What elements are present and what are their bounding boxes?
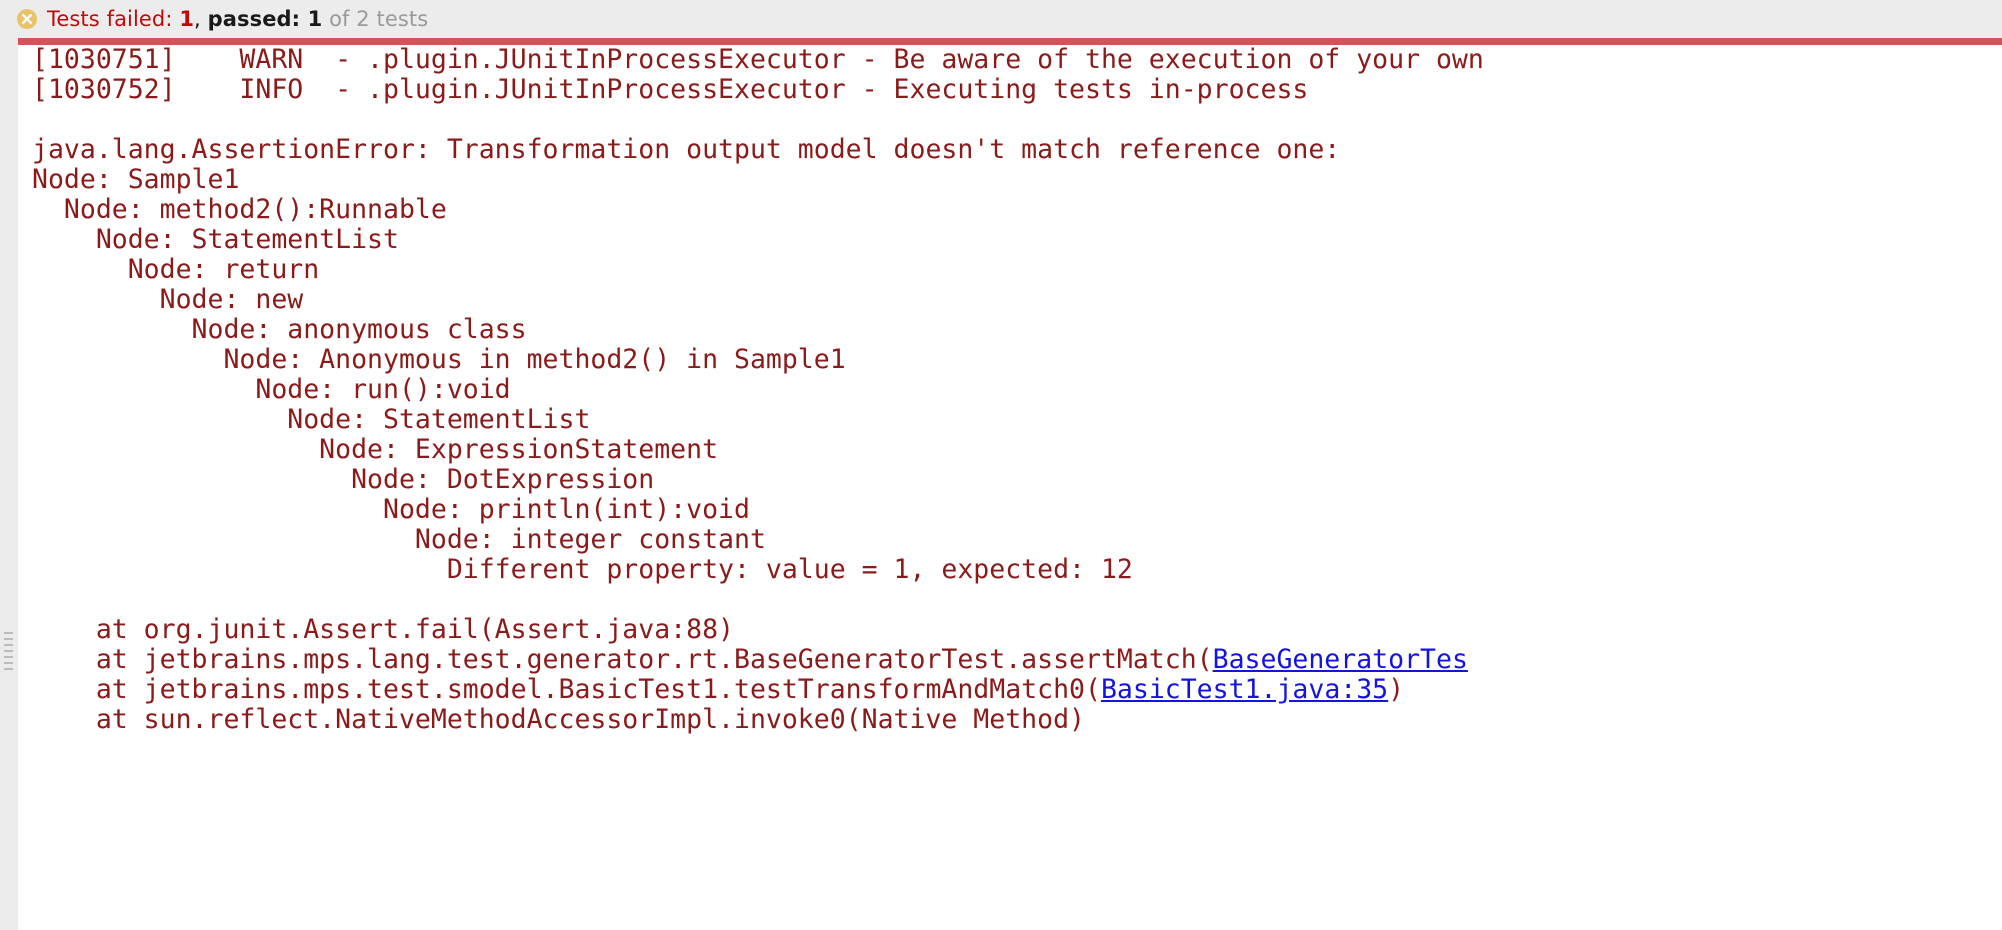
stack-testtransformandmatch0-prefix: at jetbrains.mps.test.smodel.BasicTest1.… (32, 674, 1101, 705)
node-return: Node: return (32, 254, 320, 285)
console-output-area[interactable]: [1030751] WARN - .plugin.JUnitInProcessE… (18, 45, 2002, 930)
node-different-property: Different property: value = 1, expected:… (32, 554, 1133, 585)
node-expressionstatement: Node: ExpressionStatement (32, 434, 719, 465)
node-new: Node: new (32, 284, 304, 315)
stack-assertmatch: at jetbrains.mps.lang.test.generator.rt.… (18, 645, 2002, 675)
stack-testtransformandmatch0-link[interactable]: BasicTest1.java:35 (1101, 674, 1388, 705)
node-sample1: Node: Sample1 (32, 164, 240, 195)
node-dotexpression: Node: DotExpression (32, 464, 655, 495)
stack-nativemethod: at sun.reflect.NativeMethodAccessorImpl.… (32, 704, 1085, 735)
console-line-list: [1030751] WARN - .plugin.JUnitInProcessE… (18, 45, 2002, 735)
node-statementlist-2: Node: StatementList (32, 404, 591, 435)
error-circle-x-icon (16, 8, 38, 30)
test-status-header: Tests failed: 1, passed: 1 of 2 tests (0, 0, 2002, 38)
node-method2: Node: method2():Runnable (32, 194, 447, 225)
node-run: Node: run():void (32, 374, 511, 405)
tests-total-text: of 2 tests (322, 7, 429, 31)
node-anonymous-class: Node: anonymous class (32, 314, 527, 345)
status-separator: , (194, 7, 208, 31)
gutter-drag-handle-icon[interactable] (4, 632, 13, 672)
test-results-console-panel: Tests failed: 1, passed: 1 of 2 tests [1… (0, 0, 2002, 930)
stack-assertmatch-prefix: at jetbrains.mps.lang.test.generator.rt.… (32, 644, 1213, 675)
log-warn: [1030751] WARN - .plugin.JUnitInProcessE… (32, 45, 1484, 75)
left-gutter (0, 0, 18, 930)
assertion-error: java.lang.AssertionError: Transformation… (32, 134, 1341, 165)
tests-passed-count: 1 (307, 7, 323, 31)
tests-passed-label: passed: (207, 7, 308, 31)
log-info: [1030752] INFO - .plugin.JUnitInProcessE… (32, 74, 1309, 105)
tests-failed-count: 1 (179, 7, 195, 31)
stack-assertmatch-link[interactable]: BaseGeneratorTes (1213, 644, 1468, 675)
stack-testtransformandmatch0-suffix: ) (1388, 674, 1405, 705)
node-println: Node: println(int):void (32, 494, 750, 525)
stack-testtransformandmatch0: at jetbrains.mps.test.smodel.BasicTest1.… (18, 675, 2002, 705)
blank-1 (18, 105, 2002, 135)
node-integer-constant: Node: integer constant (32, 524, 766, 555)
tests-failed-label: Tests failed: (47, 7, 180, 31)
stack-assert-fail: at org.junit.Assert.fail(Assert.java:88) (32, 614, 734, 645)
test-status-text: Tests failed: 1, passed: 1 of 2 tests (47, 8, 428, 30)
failure-indicator-bar (18, 38, 2002, 45)
node-statementlist-1: Node: StatementList (32, 224, 399, 255)
node-anonymous-in-method2: Node: Anonymous in method2() in Sample1 (32, 344, 846, 375)
blank-2 (18, 585, 2002, 615)
